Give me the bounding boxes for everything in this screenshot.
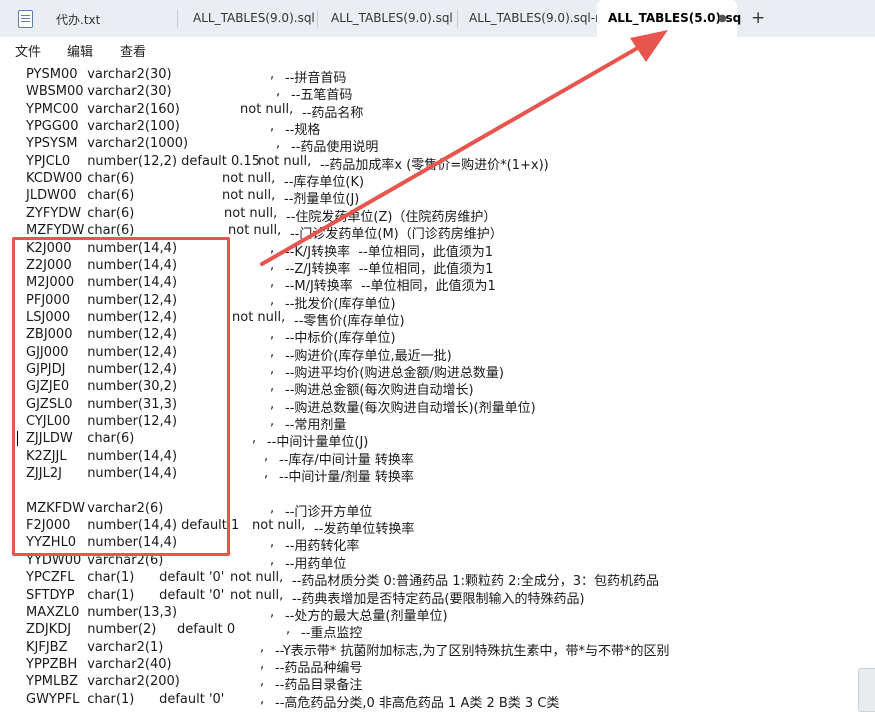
- corner-thumbnail[interactable]: [858, 668, 875, 712]
- annotation-arrow-icon: [260, 30, 668, 266]
